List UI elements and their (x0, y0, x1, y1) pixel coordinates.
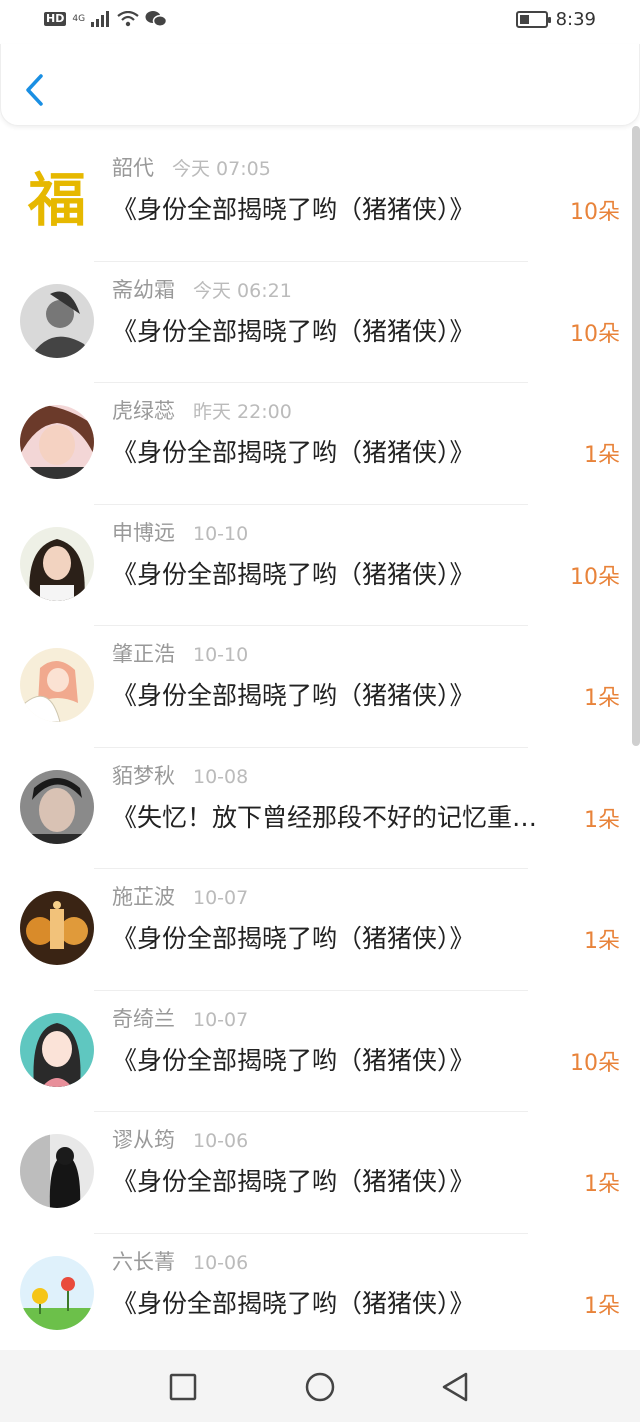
item-title: 《身份全部揭晓了哟（猪猪侠）》 (112, 316, 475, 346)
status-left: HD 4G (44, 10, 168, 28)
status-bar: HD 4G 8:39 (0, 0, 640, 44)
item-title: 《身份全部揭晓了哟（猪猪侠）》 (112, 559, 475, 589)
item-time: 10-07 (193, 1008, 249, 1031)
scrollbar[interactable] (632, 126, 640, 746)
avatar (20, 283, 94, 358)
item-title: 《身份全部揭晓了哟（猪猪侠）》 (112, 681, 475, 710)
item-meta: 韶代 今天 07:05 (112, 152, 271, 182)
item-meta: 斋幼霜 今天 06:21 (112, 274, 292, 304)
avatar (20, 1134, 94, 1208)
chat-app-icon (145, 11, 168, 27)
flower-count: 10朵 (570, 200, 620, 225)
user-name: 六长菁 (112, 1249, 175, 1274)
triangle-back-icon (442, 1372, 468, 1402)
avatar (20, 405, 94, 479)
status-right: 8:39 (515, 9, 596, 30)
system-nav-bar (0, 1350, 640, 1422)
flower-count: 10朵 (570, 1050, 620, 1076)
flower-count: 10朵 (570, 564, 620, 590)
user-name: 斋幼霜 (112, 277, 175, 302)
flower-count: 1朵 (584, 807, 620, 833)
wifi-icon (117, 11, 139, 27)
avatar: 福 (20, 162, 94, 236)
back-button[interactable] (21, 70, 51, 110)
flower-count: 1朵 (584, 1172, 620, 1197)
list-item[interactable]: 奇绮兰 10-07 《身份全部揭晓了哟（猪猪侠）》 10朵 (0, 991, 640, 1112)
user-name: 肇正浩 (112, 642, 175, 666)
user-name: 貊梦秋 (112, 763, 175, 788)
item-time: 今天 06:21 (193, 279, 292, 302)
avatar (20, 526, 94, 601)
item-title: 《身份全部揭晓了哟（猪猪侠）》 (112, 1167, 475, 1196)
item-time: 10-08 (193, 765, 249, 788)
avatar (20, 1012, 94, 1087)
item-time: 10-10 (193, 522, 249, 545)
list-item[interactable]: 施芷波 10-07 《身份全部揭晓了哟（猪猪侠）》 1朵 (0, 869, 640, 991)
signal-icon (91, 11, 110, 27)
flower-count: 10朵 (570, 321, 620, 347)
user-name: 虎绿蕊 (112, 399, 175, 423)
list-item[interactable]: 斋幼霜 今天 06:21 《身份全部揭晓了哟（猪猪侠）》 10朵 (0, 262, 640, 383)
user-name: 施芷波 (112, 885, 175, 909)
chevron-left-icon (26, 74, 43, 106)
list-item[interactable]: 申博远 10-10 《身份全部揭晓了哟（猪猪侠）》 10朵 (0, 505, 640, 626)
status-time: 8:39 (555, 9, 596, 30)
flower-count: 1朵 (584, 686, 620, 711)
item-time: 今天 07:05 (172, 158, 271, 180)
square-icon (169, 1373, 197, 1401)
battery-icon (515, 11, 551, 28)
item-meta: 貊梦秋 10-08 (112, 760, 248, 790)
list-item[interactable]: 貊梦秋 10-08 《失忆！放下曾经那段不好的记忆重… 1朵 (0, 748, 640, 869)
item-time: 10-07 (193, 887, 249, 909)
header-bar (0, 44, 640, 126)
list-item[interactable]: 福 韶代 今天 07:05 《身份全部揭晓了哟（猪猪侠）》 10朵 (0, 140, 640, 262)
avatar (20, 1255, 94, 1330)
avatar (20, 891, 94, 965)
item-meta: 虎绿蕊 昨天 22:00 (112, 395, 292, 425)
item-meta: 六长菁 10-06 (112, 1246, 248, 1276)
item-title: 《身份全部揭晓了哟（猪猪侠）》 (112, 1288, 475, 1318)
item-time: 昨天 22:00 (193, 401, 292, 423)
user-name: 奇绮兰 (112, 1006, 175, 1031)
item-time: 10-06 (193, 1251, 249, 1274)
item-title: 《身份全部揭晓了哟（猪猪侠）》 (112, 195, 475, 224)
list-item[interactable]: 六长菁 10-06 《身份全部揭晓了哟（猪猪侠）》 1朵 (0, 1234, 640, 1355)
avatar (20, 769, 94, 844)
item-meta: 申博远 10-10 (112, 517, 248, 547)
list-item[interactable]: 肇正浩 10-10 《身份全部揭晓了哟（猪猪侠）》 1朵 (0, 626, 640, 748)
svg-text:福: 福 (27, 166, 86, 234)
avatar (20, 648, 94, 722)
item-meta: 施芷波 10-07 (112, 881, 248, 911)
flower-count: 1朵 (584, 929, 620, 954)
gift-record-list: 福 韶代 今天 07:05 《身份全部揭晓了哟（猪猪侠）》 10朵 斋幼霜 今天… (0, 140, 640, 1355)
item-meta: 肇正浩 10-10 (112, 638, 248, 668)
list-item[interactable]: 虎绿蕊 昨天 22:00 《身份全部揭晓了哟（猪猪侠）》 1朵 (0, 383, 640, 505)
home-button[interactable] (303, 1370, 337, 1404)
item-time: 10-06 (193, 1130, 249, 1152)
user-name: 韶代 (112, 156, 154, 180)
back-nav-button[interactable] (438, 1370, 472, 1404)
network-label: 4G (72, 13, 86, 24)
item-title: 《身份全部揭晓了哟（猪猪侠）》 (112, 438, 475, 467)
item-meta: 奇绮兰 10-07 (112, 1003, 248, 1033)
user-name: 申博远 (112, 520, 175, 545)
list-item[interactable]: 谬从筠 10-06 《身份全部揭晓了哟（猪猪侠）》 1朵 (0, 1112, 640, 1234)
item-time: 10-10 (193, 644, 249, 666)
circle-icon (305, 1372, 335, 1402)
recent-apps-button[interactable] (166, 1370, 200, 1404)
item-meta: 谬从筠 10-06 (112, 1124, 248, 1154)
flower-count: 1朵 (584, 443, 620, 468)
item-title: 《失忆！放下曾经那段不好的记忆重… (112, 802, 538, 832)
item-title: 《身份全部揭晓了哟（猪猪侠）》 (112, 924, 475, 953)
user-name: 谬从筠 (112, 1128, 175, 1152)
flower-count: 1朵 (584, 1293, 620, 1319)
hd-badge: HD (44, 12, 67, 26)
item-title: 《身份全部揭晓了哟（猪猪侠）》 (112, 1045, 475, 1075)
